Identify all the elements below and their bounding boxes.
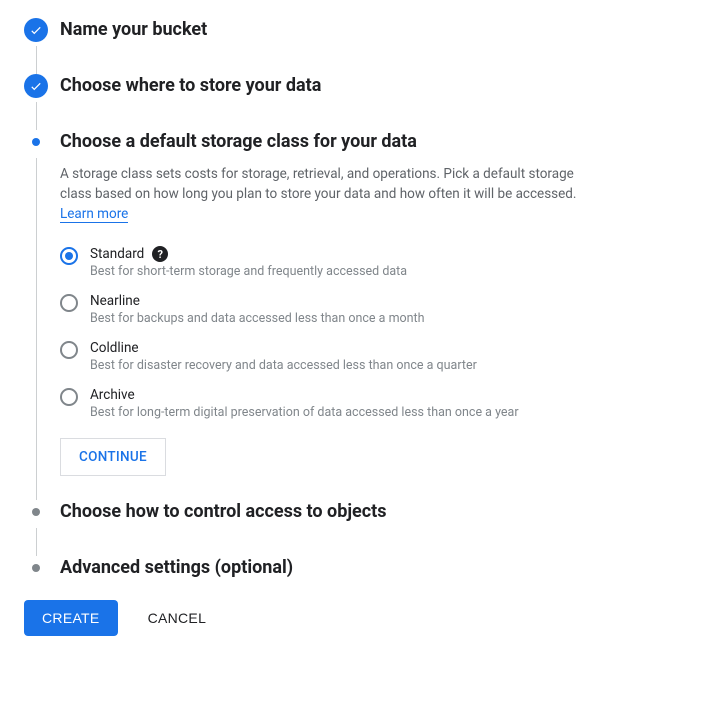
continue-button[interactable]: CONTINUE (60, 438, 166, 476)
step-description: A storage class sets costs for storage, … (60, 164, 580, 224)
check-icon (24, 74, 48, 98)
step-title[interactable]: Choose where to store your data (60, 74, 690, 98)
footer-actions: CREATE CANCEL (24, 600, 690, 636)
active-dot-icon (24, 130, 48, 154)
option-label: Standard (90, 246, 144, 262)
option-label: Coldline (90, 340, 477, 356)
check-icon (24, 18, 48, 42)
step-title[interactable]: Choose how to control access to objects (60, 500, 690, 524)
storage-class-options: Standard ? Best for short-term storage a… (60, 246, 690, 420)
option-sublabel: Best for disaster recovery and data acce… (90, 358, 477, 373)
option-sublabel: Best for long-term digital preservation … (90, 405, 519, 420)
option-archive[interactable]: Archive Best for long-term digital prese… (60, 387, 690, 420)
cancel-button[interactable]: CANCEL (148, 610, 207, 626)
radio-icon[interactable] (60, 388, 78, 406)
step-title: Choose a default storage class for your … (60, 130, 690, 154)
option-sublabel: Best for short-term storage and frequent… (90, 264, 407, 279)
help-icon[interactable]: ? (152, 246, 168, 262)
step-title[interactable]: Name your bucket (60, 18, 690, 42)
pending-dot-icon (24, 500, 48, 524)
step-title[interactable]: Advanced settings (optional) (60, 556, 690, 580)
option-nearline[interactable]: Nearline Best for backups and data acces… (60, 293, 690, 326)
stepper: Name your bucket Choose where to store y… (24, 18, 690, 580)
radio-icon[interactable] (60, 247, 78, 265)
learn-more-link[interactable]: Learn more (60, 206, 128, 223)
create-button[interactable]: CREATE (24, 600, 118, 636)
step-advanced: Advanced settings (optional) (24, 556, 690, 580)
option-sublabel: Best for backups and data accessed less … (90, 311, 425, 326)
pending-dot-icon (24, 556, 48, 580)
step-name-bucket: Name your bucket (24, 18, 690, 74)
option-coldline[interactable]: Coldline Best for disaster recovery and … (60, 340, 690, 373)
step-storage-class: Choose a default storage class for your … (24, 130, 690, 500)
step-location: Choose where to store your data (24, 74, 690, 130)
option-label: Nearline (90, 293, 425, 309)
radio-icon[interactable] (60, 341, 78, 359)
option-standard[interactable]: Standard ? Best for short-term storage a… (60, 246, 690, 279)
step-access-control: Choose how to control access to objects (24, 500, 690, 556)
radio-icon[interactable] (60, 294, 78, 312)
option-label: Archive (90, 387, 519, 403)
